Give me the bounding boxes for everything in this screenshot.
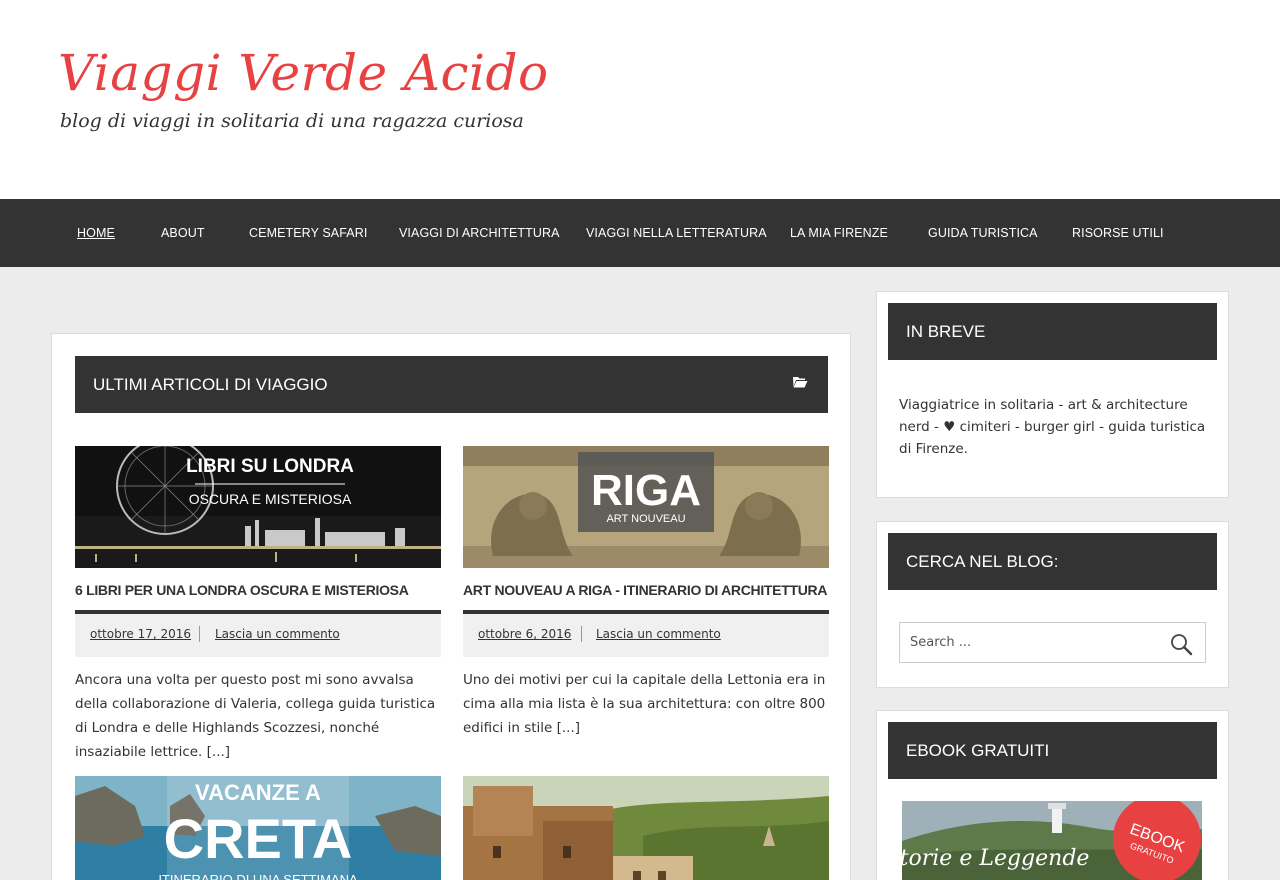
nav-item-risorse-utili[interactable]: RISORSE UTILI [1072, 199, 1164, 267]
post-thumbnail-riga[interactable]: RIGA ART NOUVEAU [463, 446, 829, 568]
thumbnail-subtext: OSCURA E MISTERIOSA [189, 491, 352, 507]
main-navigation: HOME ABOUT CEMETERY SAFARI VIAGGI DI ARC… [0, 199, 1280, 267]
nav-item-about[interactable]: ABOUT [161, 199, 205, 267]
site-header: Viaggi Verde Acido blog di viaggi in sol… [0, 0, 1280, 199]
thumbnail-text: RIGA [591, 466, 701, 515]
read-more-link[interactable]: [...] [557, 720, 580, 736]
widget-header: IN BREVE [888, 303, 1217, 360]
ebook-title-text: Storie e Leggende [902, 846, 1089, 871]
section-title: ULTIMI ARTICOLI DI VIAGGIO [93, 375, 328, 394]
meta-separator [581, 626, 582, 642]
site-description: blog di viaggi in solitaria di una ragaz… [60, 110, 524, 132]
widget-title: CERCA NEL BLOG: [906, 552, 1059, 571]
widget-title: EBOOK GRATUITI [906, 741, 1050, 760]
nav-item-home[interactable]: HOME [77, 199, 115, 267]
nav-item-cemetery-safari[interactable]: CEMETERY SAFARI [249, 199, 367, 267]
folder-open-icon [793, 377, 808, 388]
widget-header: CERCA NEL BLOG: [888, 533, 1217, 590]
post-meta: ottobre 6, 2016 Lascia un commento [463, 610, 829, 657]
post-title[interactable]: ART NOUVEAU A RIGA - ITINERARIO DI ARCHI… [463, 582, 827, 598]
post-excerpt: Uno dei motivi per cui la capitale della… [463, 672, 826, 736]
post-comments-link[interactable]: Lascia un commento [596, 627, 721, 641]
post-date-link[interactable]: ottobre 17, 2016 [90, 627, 191, 641]
main-content: ULTIMI ARTICOLI DI VIAGGIO LIBRI SU LOND… [51, 333, 851, 880]
nav-item-viaggi-nella-letteratura[interactable]: VIAGGI NELLA LETTERATURA [586, 199, 767, 267]
post-thumbnail-london[interactable]: LIBRI SU LONDRA OSCURA E MISTERIOSA [75, 446, 441, 568]
thumbnail-subtext: ITINERARIO DI UNA SETTIMANA [158, 872, 358, 880]
nav-item-viaggi-di-architettura[interactable]: VIAGGI DI ARCHITETTURA [399, 199, 560, 267]
about-text: Viaggiatrice in solitaria - art & archit… [899, 397, 1206, 457]
meta-separator [199, 626, 200, 642]
post-comments-link[interactable]: Lascia un commento [215, 627, 340, 641]
nav-item-la-mia-firenze[interactable]: LA MIA FIRENZE [790, 199, 888, 267]
post-date-link[interactable]: ottobre 6, 2016 [478, 627, 571, 641]
widget-in-breve: IN BREVE Viaggiatrice in solitaria - art… [876, 291, 1229, 498]
site-title[interactable]: Viaggi Verde Acido [58, 44, 549, 102]
thumbnail-text: VACANZE A [195, 780, 321, 805]
search-input[interactable] [910, 623, 1160, 662]
widget-search: CERCA NEL BLOG: [876, 521, 1229, 688]
widget-ebook: EBOOK GRATUITI EBOOK GRATUITO Storie e L… [876, 710, 1229, 880]
thumbnail-title-text: CRETA [164, 807, 353, 870]
read-more-link[interactable]: [...] [207, 744, 230, 760]
post-thumbnail-creta[interactable]: VACANZE A CRETA ITINERARIO DI UNA SETTIM… [75, 776, 441, 880]
widget-title: IN BREVE [906, 322, 986, 341]
post-title[interactable]: 6 LIBRI PER UNA LONDRA OSCURA E MISTERIO… [75, 582, 409, 598]
post-meta: ottobre 17, 2016 Lascia un commento [75, 610, 441, 657]
section-header: ULTIMI ARTICOLI DI VIAGGIO [75, 356, 828, 413]
search-form [899, 622, 1206, 663]
post-excerpt: Ancora una volta per questo post mi sono… [75, 672, 436, 760]
thumbnail-subtext: ART NOUVEAU [606, 513, 685, 525]
widget-header: EBOOK GRATUITI [888, 722, 1217, 779]
search-icon[interactable] [1169, 632, 1195, 656]
ebook-banner[interactable]: EBOOK GRATUITO Storie e Leggende [902, 801, 1202, 880]
nav-item-guida-turistica[interactable]: GUIDA TURISTICA [928, 199, 1038, 267]
post-thumbnail-tuscany[interactable] [463, 776, 829, 880]
thumbnail-text: LIBRI SU LONDRA [186, 456, 354, 477]
